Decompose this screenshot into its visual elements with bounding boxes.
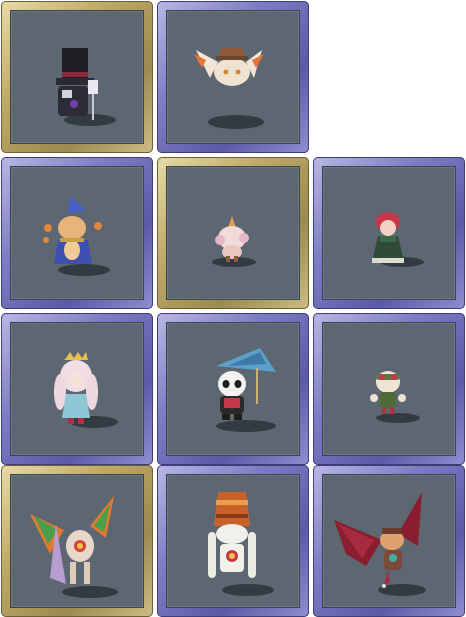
item-slot-red-haired-girl[interactable] bbox=[313, 157, 465, 309]
panda-with-umbrella-costume-icon bbox=[216, 348, 276, 432]
item-slot-top-hat-costume[interactable] bbox=[1, 1, 153, 153]
slot-background bbox=[10, 166, 144, 300]
winged-cat-with-hat-pet-icon bbox=[194, 48, 264, 129]
item-slot-wizard-fox[interactable] bbox=[1, 157, 153, 309]
bat-winged-dragon-pet-icon bbox=[334, 492, 426, 596]
winged-dragon-creature-pet-icon bbox=[30, 496, 118, 598]
slot-background bbox=[166, 10, 300, 144]
item-slot-unicorn-creature[interactable] bbox=[157, 157, 309, 309]
slot-background bbox=[10, 10, 144, 144]
slot-background bbox=[10, 322, 144, 456]
item-slot-winged-dragon[interactable] bbox=[1, 465, 153, 617]
item-slot-panda-umbrella[interactable] bbox=[157, 313, 309, 465]
item-grid bbox=[0, 0, 466, 617]
item-slot-bat-winged-dragon[interactable] bbox=[313, 465, 465, 617]
item-slot-goggles-creature[interactable] bbox=[313, 313, 465, 465]
slot-background bbox=[166, 322, 300, 456]
top-hat-gentleman-costume-icon bbox=[56, 48, 116, 126]
goggles-creature-pet-icon bbox=[370, 371, 420, 423]
red-haired-girl-costume-icon bbox=[372, 212, 424, 267]
slot-background bbox=[322, 322, 456, 456]
slot-background bbox=[322, 166, 456, 300]
wizard-fox-pet-icon bbox=[43, 196, 110, 276]
unicorn-creature-pet-icon bbox=[212, 216, 256, 267]
slot-background bbox=[322, 474, 456, 608]
item-slot-white-haired-princess[interactable] bbox=[1, 313, 153, 465]
slot-background bbox=[10, 474, 144, 608]
slot-background bbox=[166, 166, 300, 300]
tall-hat-bunny-costume-icon bbox=[208, 492, 274, 596]
white-haired-princess-costume-icon bbox=[54, 352, 118, 428]
slot-background bbox=[166, 474, 300, 608]
item-slot-tall-hat-bunny[interactable] bbox=[157, 465, 309, 617]
item-slot-winged-cat[interactable] bbox=[157, 1, 309, 153]
